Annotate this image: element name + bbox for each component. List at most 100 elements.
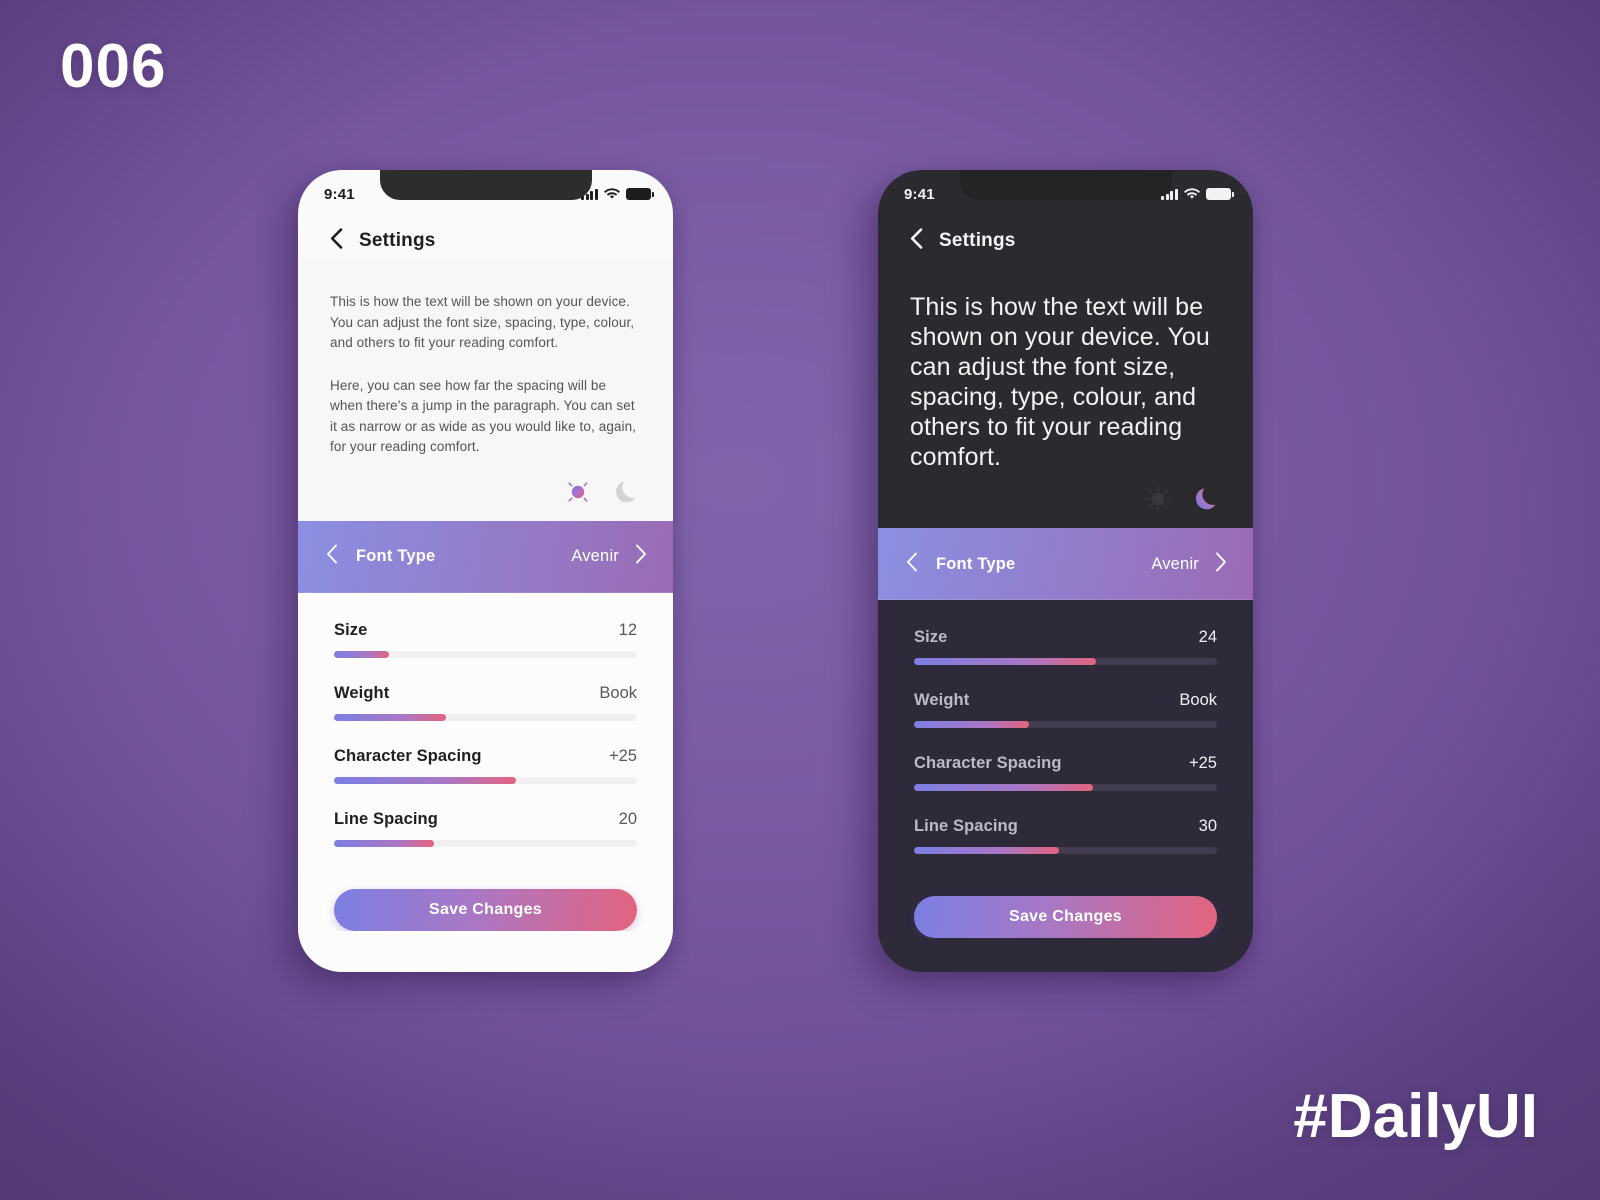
status-icon-group xyxy=(1161,188,1234,200)
dark-phone-screen: 9:41 Settings This is how the text will … xyxy=(878,170,1253,972)
control-row-size[interactable]: Size 12 xyxy=(334,621,637,658)
control-label: Weight xyxy=(334,683,390,702)
control-header: Weight Book xyxy=(914,691,1217,710)
dark-mode-theme-toggle[interactable] xyxy=(1143,484,1219,514)
slider-fill xyxy=(334,650,389,658)
font-type-label: Font Type xyxy=(356,547,436,566)
control-row-line-spacing[interactable]: Line Spacing 30 xyxy=(914,817,1217,854)
dark-bottom-spacer xyxy=(878,938,1253,972)
slider-fill xyxy=(914,721,1030,728)
control-header: Character Spacing +25 xyxy=(334,747,637,766)
light-nav-bar: Settings xyxy=(298,216,673,260)
signal-bars-icon xyxy=(581,188,598,200)
light-save-area: Save Changes xyxy=(298,872,673,931)
background-texture xyxy=(0,0,1600,1200)
save-changes-button[interactable]: Save Changes xyxy=(334,888,637,931)
status-time: 9:41 xyxy=(904,185,935,203)
battery-icon xyxy=(626,188,654,200)
dailyui-hashtag-label: #DailyUI xyxy=(1293,1082,1538,1151)
font-type-value: Avenir xyxy=(1151,554,1199,573)
dark-text-preview-area: This is how the text will be shown on yo… xyxy=(878,260,1253,528)
control-row-weight[interactable]: Weight Book xyxy=(914,691,1217,728)
control-header: Character Spacing +25 xyxy=(914,754,1217,773)
control-label: Size xyxy=(334,620,368,639)
control-row-character-spacing[interactable]: Character Spacing +25 xyxy=(334,747,637,784)
control-row-character-spacing[interactable]: Character Spacing +25 xyxy=(914,754,1217,791)
sun-icon[interactable] xyxy=(563,477,593,507)
page-title: Settings xyxy=(359,230,436,251)
light-status-bar: 9:41 xyxy=(298,170,673,216)
wifi-icon xyxy=(604,188,620,200)
slider-fill xyxy=(914,847,1060,854)
chevron-right-icon[interactable] xyxy=(1215,552,1227,577)
chevron-left-icon[interactable] xyxy=(906,552,918,577)
slider-track[interactable] xyxy=(914,721,1217,728)
slider-track[interactable] xyxy=(914,658,1217,665)
slider-track[interactable] xyxy=(914,847,1217,854)
control-value: 30 xyxy=(1198,817,1217,835)
control-value: Book xyxy=(1179,691,1217,709)
control-header: Size 12 xyxy=(334,621,637,640)
background-vignette xyxy=(0,0,1600,1200)
control-value: +25 xyxy=(609,746,637,765)
dark-nav-bar: Settings xyxy=(878,216,1253,260)
chevron-left-icon[interactable] xyxy=(910,228,923,254)
page-number-label: 006 xyxy=(60,32,167,101)
light-bottom-spacer xyxy=(298,930,673,972)
status-icon-group xyxy=(581,188,654,200)
control-label: Size xyxy=(914,628,948,646)
control-header: Size 24 xyxy=(914,628,1217,647)
control-header: Line Spacing 30 xyxy=(914,817,1217,836)
page-title: Settings xyxy=(939,230,1016,251)
slider-fill xyxy=(914,658,1096,665)
sun-icon[interactable] xyxy=(1143,484,1173,514)
control-value: 24 xyxy=(1198,628,1217,646)
font-type-right-group: Avenir xyxy=(1151,552,1227,577)
control-header: Line Spacing 20 xyxy=(334,810,637,829)
dark-mode-phone-mockup: 9:41 Settings This is how the text will … xyxy=(878,170,1253,972)
control-header: Weight Book xyxy=(334,684,637,703)
control-label: Line Spacing xyxy=(914,817,1018,835)
font-type-right-group: Avenir xyxy=(571,544,647,569)
moon-icon[interactable] xyxy=(615,479,639,505)
control-label: Weight xyxy=(914,691,970,709)
chevron-right-icon[interactable] xyxy=(635,544,647,569)
slider-fill xyxy=(914,784,1093,791)
light-mode-phone-mockup: 9:41 Settings This is how the text will … xyxy=(298,170,673,972)
control-row-line-spacing[interactable]: Line Spacing 20 xyxy=(334,810,637,847)
light-controls-list: Size 12 Weight Book Character Spacing +2… xyxy=(298,592,673,873)
light-text-preview-area: This is how the text will be shown on yo… xyxy=(298,260,673,521)
control-value: 20 xyxy=(618,809,637,828)
moon-icon[interactable] xyxy=(1195,486,1219,512)
slider-track[interactable] xyxy=(334,713,637,721)
font-type-left-group: Font Type xyxy=(326,544,435,569)
font-type-value: Avenir xyxy=(571,547,619,566)
slider-fill xyxy=(334,713,447,721)
slider-track[interactable] xyxy=(914,784,1217,791)
slider-track[interactable] xyxy=(334,650,637,658)
light-font-type-selector[interactable]: Font Type Avenir xyxy=(298,520,673,593)
control-label: Character Spacing xyxy=(914,754,1062,772)
light-mode-theme-toggle[interactable] xyxy=(563,477,639,507)
font-type-label: Font Type xyxy=(936,554,1016,573)
save-changes-button[interactable]: Save Changes xyxy=(914,896,1217,938)
dark-status-bar: 9:41 xyxy=(878,170,1253,216)
dark-controls-list: Size 24 Weight Book Character Spacing +2… xyxy=(878,600,1253,880)
wifi-icon xyxy=(1184,188,1200,200)
chevron-left-icon[interactable] xyxy=(326,544,338,569)
slider-track[interactable] xyxy=(334,839,637,847)
preview-paragraph-1: This is how the text will be shown on yo… xyxy=(910,293,1210,471)
control-row-size[interactable]: Size 24 xyxy=(914,628,1217,665)
control-value: Book xyxy=(599,683,637,702)
slider-fill xyxy=(334,776,516,784)
dark-font-type-selector[interactable]: Font Type Avenir xyxy=(878,528,1253,600)
font-type-left-group: Font Type xyxy=(906,552,1015,577)
chevron-left-icon[interactable] xyxy=(330,228,343,254)
preview-paragraph-2: Here, you can see how far the spacing wi… xyxy=(330,377,637,455)
control-label: Character Spacing xyxy=(334,746,482,765)
slider-fill xyxy=(334,839,434,847)
signal-bars-icon xyxy=(1161,188,1178,200)
light-phone-screen: 9:41 Settings This is how the text will … xyxy=(298,170,673,972)
slider-track[interactable] xyxy=(334,776,637,784)
control-row-weight[interactable]: Weight Book xyxy=(334,684,637,721)
